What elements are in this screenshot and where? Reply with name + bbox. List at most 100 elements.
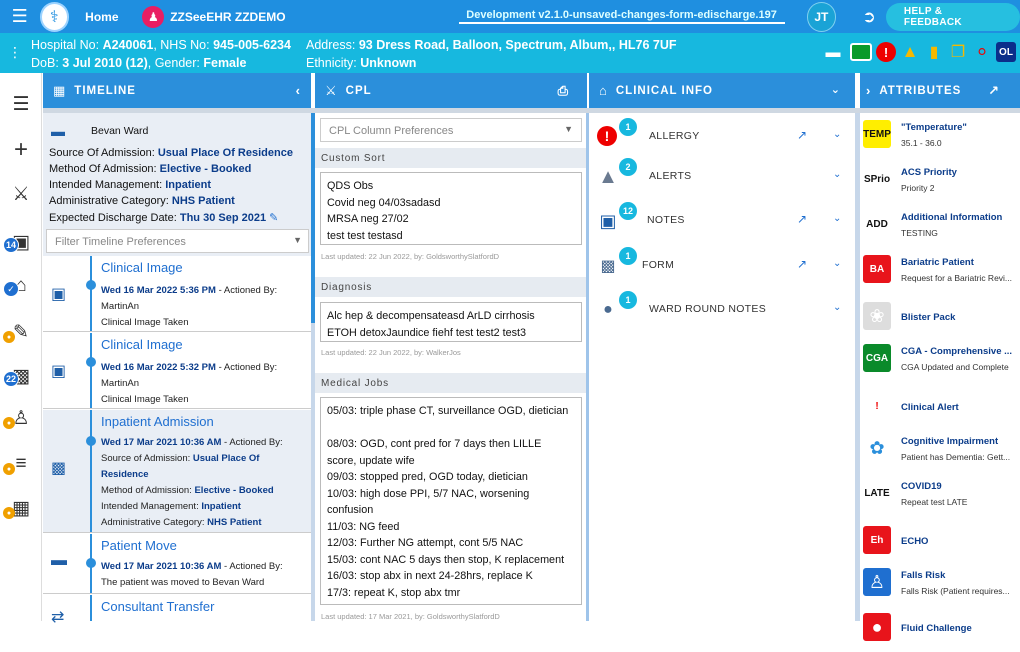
fluid-icon: ●: [863, 613, 891, 641]
chevron-down-icon[interactable]: ⌄: [833, 213, 841, 224]
print-icon[interactable]: ⎙: [558, 83, 569, 99]
alert-circle-icon[interactable]: !: [876, 42, 896, 62]
green-flag-icon[interactable]: [850, 43, 872, 61]
method-of-admission: Method Of Admission: Elective - Booked: [49, 163, 252, 175]
event-actioned-by: MartinAn: [101, 378, 140, 389]
collapse-left-icon[interactable]: ‹: [296, 83, 301, 98]
stethoscope-icon[interactable]: ⚔: [4, 179, 38, 209]
form-icon: ▩: [600, 258, 616, 275]
section-label: Custom Sort: [315, 148, 587, 168]
attributes-title: ATTRIBUTES: [879, 84, 962, 97]
timeline-event[interactable]: ▣ Clinical Image Wed 16 Mar 2022 5:32 PM…: [43, 333, 311, 409]
ward-name: Bevan Ward: [91, 125, 149, 137]
clinical-info-notes[interactable]: ▣ 12 NOTES ↗ ⌄: [589, 200, 855, 244]
attribute-name: Additional Information: [901, 212, 1003, 223]
app-logo[interactable]: ⚕: [39, 1, 70, 32]
attribute-item[interactable]: SPrio ACS Priority Priority 2: [860, 159, 1020, 204]
attribute-name: COVID19: [901, 481, 942, 492]
bed-icon: ▬: [51, 552, 67, 569]
lock-icon: ●: [3, 463, 15, 475]
external-link-icon[interactable]: ↗: [797, 257, 807, 271]
calendar-icon: ▦: [53, 82, 67, 98]
clinical-info-form[interactable]: ▩ 1 FORM ↗ ⌄: [589, 245, 855, 289]
edit-icon[interactable]: ✎: [269, 212, 278, 224]
attribute-avatar: TEMP: [863, 120, 891, 148]
event-detail: The patient was moved to Bevan Ward: [101, 577, 265, 588]
list-icon[interactable]: ☰: [4, 89, 38, 119]
attribute-item[interactable]: LATE COVID19 Repeat test LATE: [860, 473, 1020, 518]
forget-me-not-icon: ✿: [863, 434, 891, 462]
chevron-down-icon[interactable]: ⌄: [833, 169, 841, 180]
attribute-item[interactable]: Eh ECHO: [860, 520, 1020, 565]
transfer-icon: ⇄: [51, 609, 65, 626]
attribute-name: ACS Priority: [901, 167, 957, 178]
attribute-item[interactable]: CGA CGA - Comprehensive ... CGA Updated an…: [860, 338, 1020, 383]
last-updated: Last updated: 22 Jun 2022, by: Goldswort…: [321, 252, 500, 261]
cpl-column-preferences-select[interactable]: CPL Column Preferences ▼: [320, 118, 582, 142]
clinical-info-alerts[interactable]: ▲ 2 ALERTS ⌄: [589, 156, 855, 200]
attribute-name: "Temperature": [901, 122, 967, 133]
event-title: Clinical Image: [101, 260, 183, 275]
chevron-down-icon[interactable]: ⌄: [833, 129, 841, 140]
clinical-info-allergy[interactable]: ! 1 ALLERGY ↗ ⌄: [589, 116, 855, 160]
allergy-icon: !: [597, 126, 617, 146]
event-title: Clinical Image: [101, 337, 183, 352]
diagnosis-textarea[interactable]: Alc hep & decompensateasd ArLD cirrhosis…: [320, 302, 582, 342]
attribute-item[interactable]: TEMP "Temperature" 35.1 - 36.0: [860, 114, 1020, 159]
medical-jobs-textarea[interactable]: 05/03: triple phase CT, surveillance OGD…: [320, 397, 582, 605]
attribute-item[interactable]: ● Fluid Challenge: [860, 607, 1020, 652]
event-detail: Clinical Image Taken: [101, 317, 189, 328]
patient-name[interactable]: ZZSeeEHR ZZDEMO: [170, 10, 458, 24]
event-admin: Administrative Category: NHS Patient: [101, 517, 262, 528]
logout-icon[interactable]: ➲: [858, 7, 880, 27]
menu-icon[interactable]: ☰: [0, 6, 40, 27]
attribute-description: CGA Updated and Complete: [901, 362, 1009, 372]
attribute-avatar: !: [863, 392, 891, 420]
documents-icon[interactable]: ❐: [948, 42, 968, 62]
clipboard-icon[interactable]: ▮: [924, 42, 944, 62]
chevron-down-icon[interactable]: ⌄: [833, 302, 841, 313]
attribute-item[interactable]: ! Clinical Alert: [860, 386, 1020, 431]
caret-down-icon: ▼: [293, 235, 302, 245]
timeline-event[interactable]: ▩ Inpatient Admission Wed 17 Mar 2021 10…: [43, 410, 311, 533]
event-date: Wed 16 Mar 2022 5:32 PM - Actioned By:: [101, 362, 278, 373]
warning-icon[interactable]: ▲: [900, 42, 920, 62]
event-intended: Intended Management: Inpatient: [101, 501, 241, 512]
bed-icon[interactable]: ▬: [820, 42, 846, 62]
attribute-avatar: BA: [863, 255, 891, 283]
external-link-icon[interactable]: ↗: [988, 83, 1000, 99]
external-link-icon[interactable]: ↗: [797, 212, 807, 226]
external-link-icon[interactable]: ↗: [797, 128, 807, 142]
ol-badge-icon[interactable]: OL: [996, 42, 1016, 62]
clinical-info-ward-round-notes[interactable]: ● 1 WARD ROUND NOTES ⌄: [589, 289, 855, 333]
timeline-event[interactable]: ▬ Patient Move Wed 17 Mar 2021 10:36 AM …: [43, 534, 311, 594]
attribute-item[interactable]: ADD Additional Information TESTING: [860, 204, 1020, 249]
attribute-item[interactable]: ♙ Falls Risk Falls Risk (Patient requires.…: [860, 562, 1020, 607]
attribute-item[interactable]: ✿ Cognitive Impairment Patient has Dementi…: [860, 428, 1020, 473]
clipboard-badge: 22: [3, 371, 19, 387]
chevron-down-icon[interactable]: ⌄: [831, 83, 841, 96]
help-feedback-button[interactable]: HELP & FEEDBACK: [885, 2, 1020, 31]
address-line: Address: 93 Dress Road, Balloon, Spectru…: [306, 38, 677, 52]
event-actioned-by: MartinAn: [101, 301, 140, 312]
custom-sort-textarea[interactable]: QDS Obs Covid neg 04/03sadasd MRSA neg 2…: [320, 172, 582, 245]
add-icon[interactable]: +: [4, 135, 38, 165]
timeline-event[interactable]: ⇄ Consultant Transfer: [43, 595, 311, 626]
home-link[interactable]: Home: [85, 10, 140, 24]
filter-timeline-select[interactable]: Filter Timeline Preferences ▼: [46, 229, 309, 253]
clinical-info-title: CLINICAL INFO: [615, 84, 713, 97]
source-of-admission: Source Of Admission: Usual Place Of Resi…: [49, 147, 293, 159]
attribute-item[interactable]: BA Bariatric Patient Request for a Bariatr…: [860, 249, 1020, 294]
chevron-right-icon[interactable]: ›: [866, 83, 871, 98]
banner-menu-icon[interactable]: ⋮: [8, 44, 22, 61]
chat-icon: ●: [603, 301, 613, 318]
attribute-item[interactable]: ❀ Blister Pack: [860, 296, 1020, 341]
camera-badge: 14: [3, 237, 19, 253]
chevron-down-icon[interactable]: ⌄: [833, 258, 841, 269]
alerts-label: ALERTS: [649, 170, 692, 182]
attribute-description: Repeat test LATE: [901, 497, 968, 507]
expected-discharge: Expected Discharge Date: Thu 30 Sep 2021…: [49, 212, 279, 224]
pill-icon[interactable]: ⚪: [972, 42, 992, 62]
timeline-event[interactable]: ▣ Clinical Image Wed 16 Mar 2022 5:36 PM…: [43, 256, 311, 332]
user-avatar[interactable]: JT: [806, 1, 837, 32]
